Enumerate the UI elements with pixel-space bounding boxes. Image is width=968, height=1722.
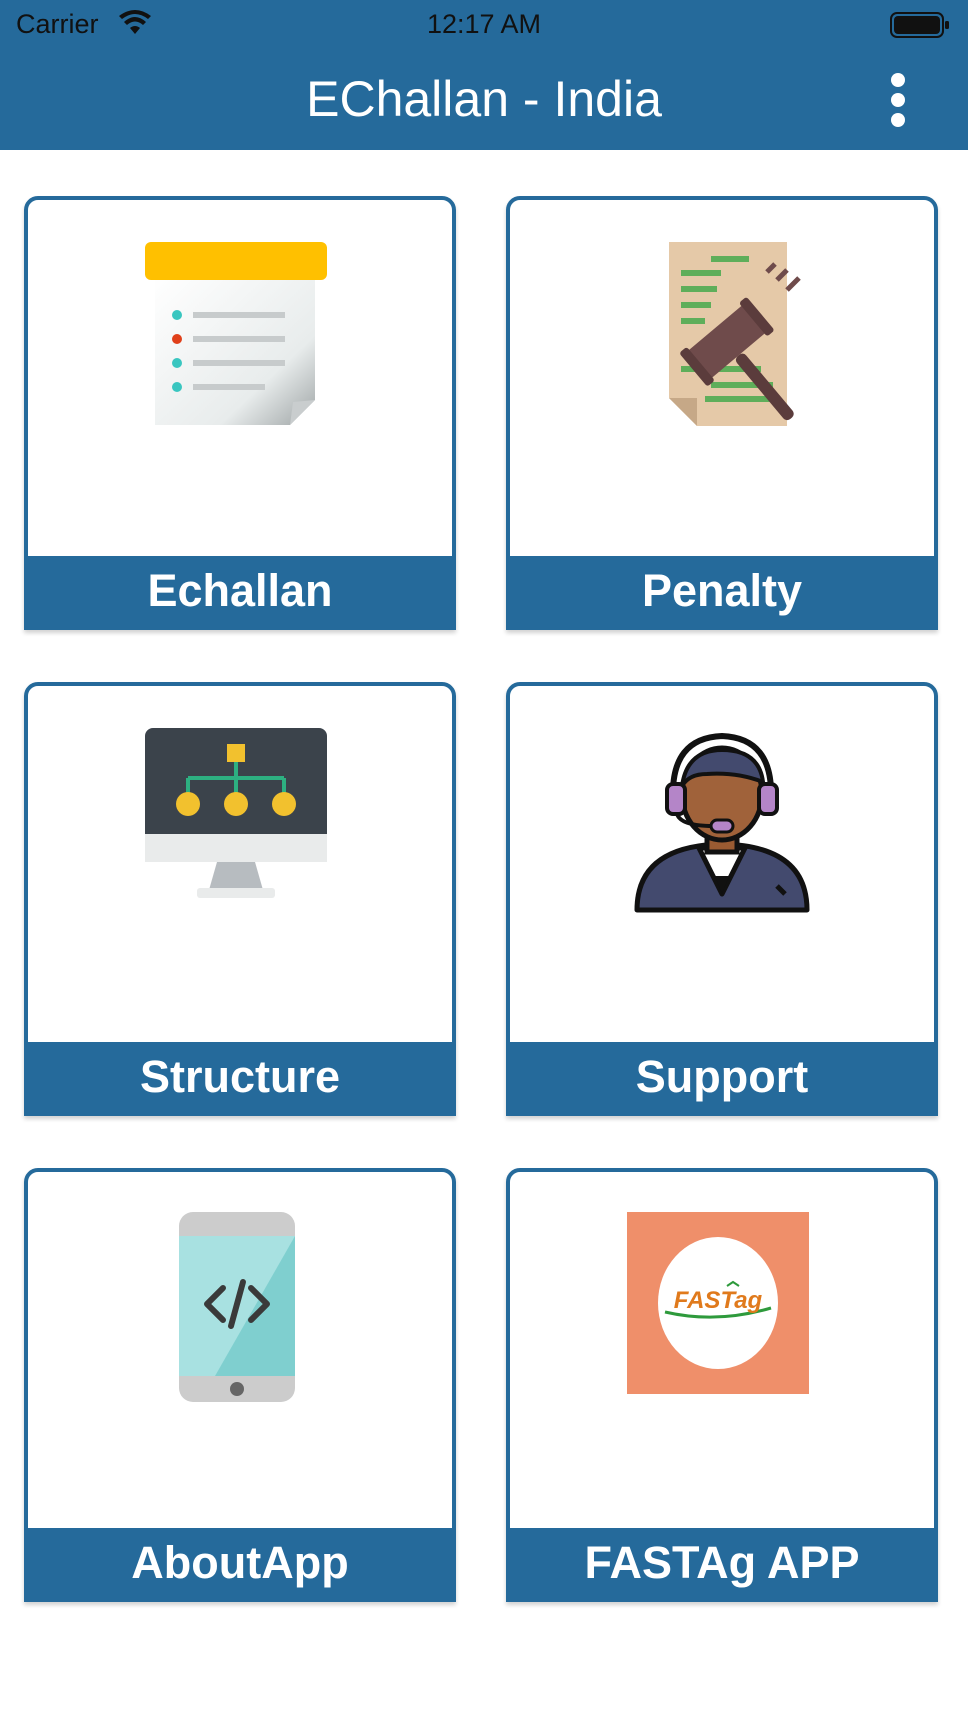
- tile-label: Penalty: [510, 556, 934, 626]
- battery-icon: [890, 11, 950, 44]
- fastag-logo-icon: FASTag: [627, 1212, 809, 1394]
- tile-structure[interactable]: Structure: [24, 682, 456, 1116]
- status-bar: Carrier 12:17 AM: [0, 0, 968, 50]
- tile-label: FASTAg APP: [510, 1528, 934, 1598]
- tile-fastag-app[interactable]: FASTag FASTAg APP: [506, 1168, 938, 1602]
- tile-echallan[interactable]: Echallan: [24, 196, 456, 630]
- checklist-document-icon: [145, 242, 327, 425]
- tile-support[interactable]: Support: [506, 682, 938, 1116]
- tile-penalty[interactable]: Penalty: [506, 196, 938, 630]
- tile-aboutapp[interactable]: AboutApp: [24, 1168, 456, 1602]
- tile-label: AboutApp: [28, 1528, 452, 1598]
- tile-label: Echallan: [28, 556, 452, 626]
- phone-code-icon: [179, 1212, 295, 1402]
- monitor-hierarchy-icon: [145, 728, 327, 898]
- gavel-document-icon: [669, 242, 801, 426]
- clock-time: 12:17 AM: [426, 9, 542, 39]
- svg-text:FASTag: FASTag: [674, 1287, 763, 1314]
- navigation-bar: EChallan - India: [0, 50, 968, 150]
- more-vertical-icon[interactable]: [880, 70, 916, 130]
- tile-label: Support: [510, 1042, 934, 1112]
- page-title: EChallan - India: [306, 71, 662, 127]
- support-agent-headset-icon: [634, 732, 810, 913]
- tile-label: Structure: [28, 1042, 452, 1112]
